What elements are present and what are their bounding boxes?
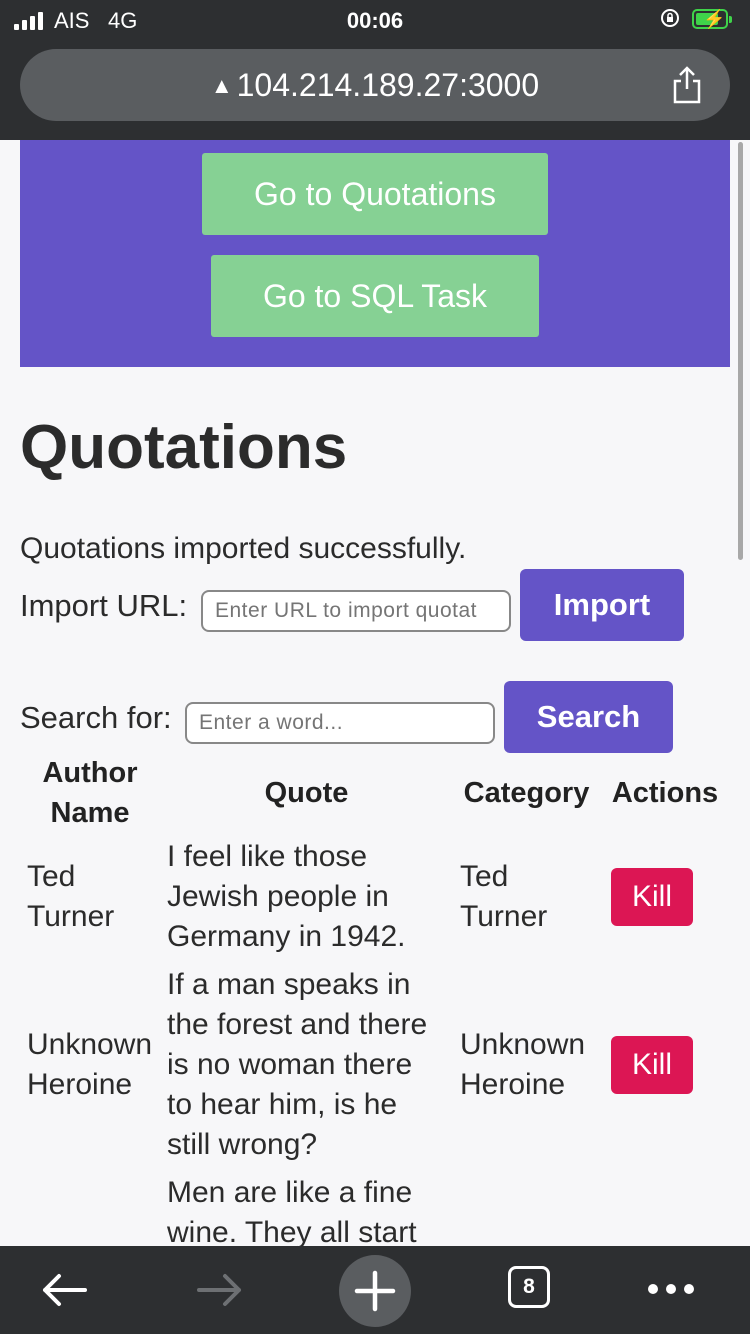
browser-bottom-toolbar: 8	[0, 1246, 750, 1334]
rotation-lock-icon	[661, 9, 679, 27]
quotations-table: Author Name Quote Category Actions Ted Tur…	[20, 753, 730, 1246]
scrollbar-thumb[interactable]	[738, 142, 743, 560]
author-name-header: Author Name	[42, 757, 138, 829]
plus-icon	[354, 1270, 396, 1312]
import-url-input[interactable]	[201, 590, 511, 632]
more-icon[interactable]	[646, 1282, 696, 1296]
import-button[interactable]: Import	[520, 569, 684, 641]
search-label: Search for:	[20, 700, 172, 735]
page-content: Go to Quotations Go to SQL Task Quotatio…	[0, 140, 750, 1246]
browser-toolbar: ▲ 104.214.189.27:3000	[0, 40, 750, 140]
table-row: Ted Turner I feel like those Jewish people…	[20, 833, 730, 961]
table-header-row: Author Name Quote Category Actions	[20, 753, 730, 833]
battery-charging-icon: ⚡	[692, 9, 732, 29]
kill-button[interactable]: Kill	[611, 1036, 693, 1094]
category-header: Category	[463, 777, 590, 809]
table-row: Unknown Heroine If a man speaks in the for…	[20, 961, 730, 1169]
table-row: Men are like a fine wine. They all start	[20, 1169, 730, 1246]
tabs-icon[interactable]: 8	[508, 1266, 550, 1308]
author-cell: Unknown Heroine	[27, 1028, 153, 1101]
category-cell: Unknown Heroine	[460, 1028, 586, 1101]
author-cell	[20, 1169, 160, 1246]
clock: 00:06	[346, 8, 404, 33]
actions-cell	[600, 1169, 730, 1246]
quote-cell: Men are like a fine wine. They all start	[167, 1176, 417, 1246]
address-bar[interactable]: ▲ 104.214.189.27:3000	[20, 49, 730, 121]
actions-header: Actions	[611, 777, 719, 809]
back-arrow-icon[interactable]	[40, 1272, 88, 1308]
page-title: Quotations	[20, 413, 348, 482]
success-message: Quotations imported successfully.	[20, 532, 467, 565]
quote-cell: I feel like those Jewish people in Germany…	[167, 840, 406, 953]
actions-cell: Kill	[600, 833, 730, 961]
nav-panel: Go to Quotations Go to SQL Task	[20, 140, 730, 367]
quote-header: Quote	[264, 777, 349, 809]
actions-cell: Kill	[600, 961, 730, 1169]
status-bar: AIS 4G 00:06 ⚡	[0, 0, 750, 40]
search-button[interactable]: Search	[504, 681, 673, 753]
new-tab-button[interactable]	[339, 1255, 411, 1327]
search-input[interactable]	[185, 702, 495, 744]
url-text: 104.214.189.27:3000	[236, 67, 540, 103]
go-to-sql-task-button[interactable]: Go to SQL Task	[211, 255, 539, 337]
category-cell	[453, 1169, 600, 1246]
author-cell: Ted Turner	[27, 860, 115, 933]
share-icon[interactable]	[670, 65, 704, 105]
forward-arrow-icon[interactable]	[196, 1272, 244, 1308]
import-url-label: Import URL:	[20, 588, 188, 623]
quote-cell: If a man speaks in the forest and there is…	[167, 968, 428, 1161]
kill-button[interactable]: Kill	[611, 868, 693, 926]
warning-icon: ▲	[210, 73, 233, 98]
go-to-quotations-button[interactable]: Go to Quotations	[202, 153, 548, 235]
category-cell: Ted Turner	[460, 860, 548, 933]
